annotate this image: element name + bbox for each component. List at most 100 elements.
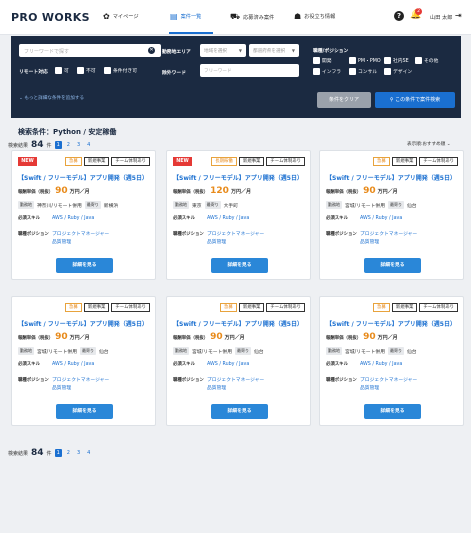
search-button[interactable]: ⚲ この条件で案件検索 <box>375 92 455 108</box>
remote-option-conditional[interactable]: 条件付き可 <box>104 67 137 74</box>
page-link[interactable]: 2 <box>65 449 72 457</box>
job-tag: 新規事業 <box>238 303 265 312</box>
station-chip: 最寄り <box>84 201 101 209</box>
view-details-button[interactable]: 詳細を見る <box>56 258 113 273</box>
area-label: 勤務地エリア <box>162 50 191 55</box>
checkbox[interactable] <box>313 57 320 64</box>
remote-option-yes[interactable]: 可 <box>55 67 69 74</box>
position-value: プロジェクトマネージャー 品質管理 <box>52 231 109 247</box>
region-select[interactable]: 地域を選択 ▼ <box>200 44 246 57</box>
position-infra[interactable]: インフラ <box>313 68 341 75</box>
page-link[interactable]: 1 <box>54 449 62 457</box>
position-label: 職種ポジション <box>18 378 49 383</box>
job-card[interactable]: 急募 新規事業 チーム体制あり 【Swift / フリーモデル】アプリ開発（週5日）… <box>11 296 156 426</box>
position-option-label: デザイン <box>393 70 413 75</box>
result-count: 検索結果 84 件 1 2 3 4 <box>8 140 92 150</box>
position-internal-se[interactable]: 社内SE <box>384 57 409 64</box>
job-card[interactable]: 急募 新規事業 チーム体制あり 【Swift / フリーモデル】アプリ開発（週5日）… <box>319 296 464 426</box>
job-title[interactable]: 【Swift / フリーモデル】アプリ開発（週5日） <box>173 319 303 328</box>
page-link[interactable]: 2 <box>65 141 72 149</box>
job-card[interactable]: NEW 長期稼働 新規事業 チーム体制あり 【Swift / フリーモデル】アプリ開… <box>166 150 311 280</box>
exclude-label: 除外ワード <box>162 71 186 76</box>
checkbox[interactable] <box>384 68 391 75</box>
job-card[interactable]: NEW 急募 新規事業 チーム体制あり 【Swift / フリーモデル】アプリ開発（… <box>11 150 156 280</box>
job-location: 勤務地 宮城/リモート併用 最寄り 仙台 <box>326 347 417 355</box>
job-tag: チーム体制あり <box>419 157 458 166</box>
page-link[interactable]: 1 <box>54 141 62 149</box>
sort-select[interactable]: 表示順:おすすめ順 ⌄ <box>407 141 451 147</box>
page-link[interactable]: 3 <box>75 141 82 149</box>
price-unit: 万円／月 <box>377 335 398 341</box>
job-title[interactable]: 【Swift / フリーモデル】アプリ開発（週5日） <box>18 319 148 328</box>
station-chip: 最寄り <box>235 347 251 355</box>
remote-option-no[interactable]: 不可 <box>77 67 96 74</box>
position-design[interactable]: デザイン <box>384 68 412 75</box>
station-value: 仙台 <box>99 349 109 355</box>
clear-keyword-icon[interactable]: ✕ <box>148 47 155 54</box>
job-card[interactable]: 急募 新規事業 チーム体制あり 【Swift / フリーモデル】アプリ開発（週5日）… <box>166 296 311 426</box>
page-link[interactable]: 4 <box>85 141 92 149</box>
logout-icon[interactable]: ⇥ <box>455 11 462 20</box>
position-line: プロジェクトマネージャー <box>207 232 265 237</box>
view-details-button[interactable]: 詳細を見る <box>211 404 268 419</box>
position-option-label: コンサル <box>358 70 378 75</box>
result-count-value: 84 <box>31 140 44 150</box>
job-title[interactable]: 【Swift / フリーモデル】アプリ開発（週5日） <box>326 319 456 328</box>
page-link[interactable]: 3 <box>75 449 82 457</box>
keyword-input[interactable]: フリーワードで探す <box>19 44 161 57</box>
position-pm[interactable]: PM・PMO <box>349 57 381 64</box>
checkbox[interactable] <box>55 67 62 74</box>
view-details-button[interactable]: 詳細を見る <box>364 404 421 419</box>
price-unit: 万円／月 <box>224 335 245 341</box>
location-value: 宮城/リモート併用 <box>345 203 385 209</box>
view-details-button[interactable]: 詳細を見る <box>364 258 421 273</box>
checkbox[interactable] <box>349 68 356 75</box>
job-position: 職種ポジション プロジェクトマネージャー 品質管理 <box>173 231 264 247</box>
job-title[interactable]: 【Swift / フリーモデル】アプリ開発（週5日） <box>173 173 303 182</box>
help-icon[interactable]: ? <box>394 11 404 21</box>
user-name[interactable]: 山田 太郎 <box>430 14 452 21</box>
view-details-button[interactable]: 詳細を見る <box>56 404 113 419</box>
station-value: 仙台 <box>254 349 264 355</box>
result-count-value: 84 <box>31 448 44 458</box>
job-position: 職種ポジション プロジェクトマネージャー 品質管理 <box>173 377 264 393</box>
nav-job-list[interactable]: ▤ 案件一覧 <box>170 12 201 21</box>
logo[interactable]: PRO WORKS <box>11 11 90 24</box>
job-price: 報酬単価（税抜） 90 万円／月 <box>18 186 90 196</box>
required-skills: 必須スキル AWS / Ruby / Java <box>173 361 249 369</box>
job-tag: チーム体制あり <box>111 303 150 312</box>
job-title[interactable]: 【Swift / フリーモデル】アプリ開発（週5日） <box>18 173 148 182</box>
prefecture-select[interactable]: 都道府県を選択 ▼ <box>249 44 299 57</box>
position-other[interactable]: その他 <box>415 57 438 64</box>
job-card[interactable]: 急募 新規事業 チーム体制あり 【Swift / フリーモデル】アプリ開発（週5日）… <box>319 150 464 280</box>
clear-conditions-button[interactable]: 条件をクリア <box>317 92 371 108</box>
checkbox[interactable] <box>415 57 422 64</box>
price-label: 報酬単価（税抜） <box>326 336 362 341</box>
skills-label: 必須スキル <box>326 362 348 367</box>
position-dev[interactable]: 開発 <box>313 57 332 64</box>
checkbox[interactable] <box>313 68 320 75</box>
nav-useful-info[interactable]: ☗ お役立ち情報 <box>294 12 335 21</box>
nav-mypage[interactable]: ✿ マイページ <box>103 12 139 21</box>
checkbox[interactable] <box>349 57 356 64</box>
more-conditions-link[interactable]: ⌄ もっと詳細な条件を追加する <box>19 95 84 101</box>
skills-label: 必須スキル <box>326 216 348 221</box>
checkbox[interactable] <box>104 67 111 74</box>
required-skills: 必須スキル AWS / Ruby / Java <box>326 215 402 223</box>
position-label: 職種/ポジション <box>313 49 349 54</box>
exclude-word-input[interactable]: フリーワード <box>200 64 299 77</box>
skills-value: AWS / Ruby / Java <box>360 362 403 367</box>
job-tags: 急募 新規事業 チーム体制あり <box>373 157 458 166</box>
list-icon: ▤ <box>170 12 178 21</box>
job-title[interactable]: 【Swift / フリーモデル】アプリ開発（週5日） <box>326 173 456 182</box>
price-unit: 万円／月 <box>377 189 398 195</box>
nav-applied[interactable]: ⛟ 応募済み案件 <box>230 12 274 22</box>
checkbox[interactable] <box>77 67 84 74</box>
page-link[interactable]: 4 <box>85 449 92 457</box>
position-line: プロジェクトマネージャー <box>360 378 418 383</box>
job-price: 報酬単価（税抜） 120 万円／月 <box>173 186 251 196</box>
view-details-button[interactable]: 詳細を見る <box>211 258 268 273</box>
checkbox[interactable] <box>384 57 391 64</box>
position-consult[interactable]: コンサル <box>349 68 377 75</box>
station-value: 仙台 <box>407 203 417 209</box>
